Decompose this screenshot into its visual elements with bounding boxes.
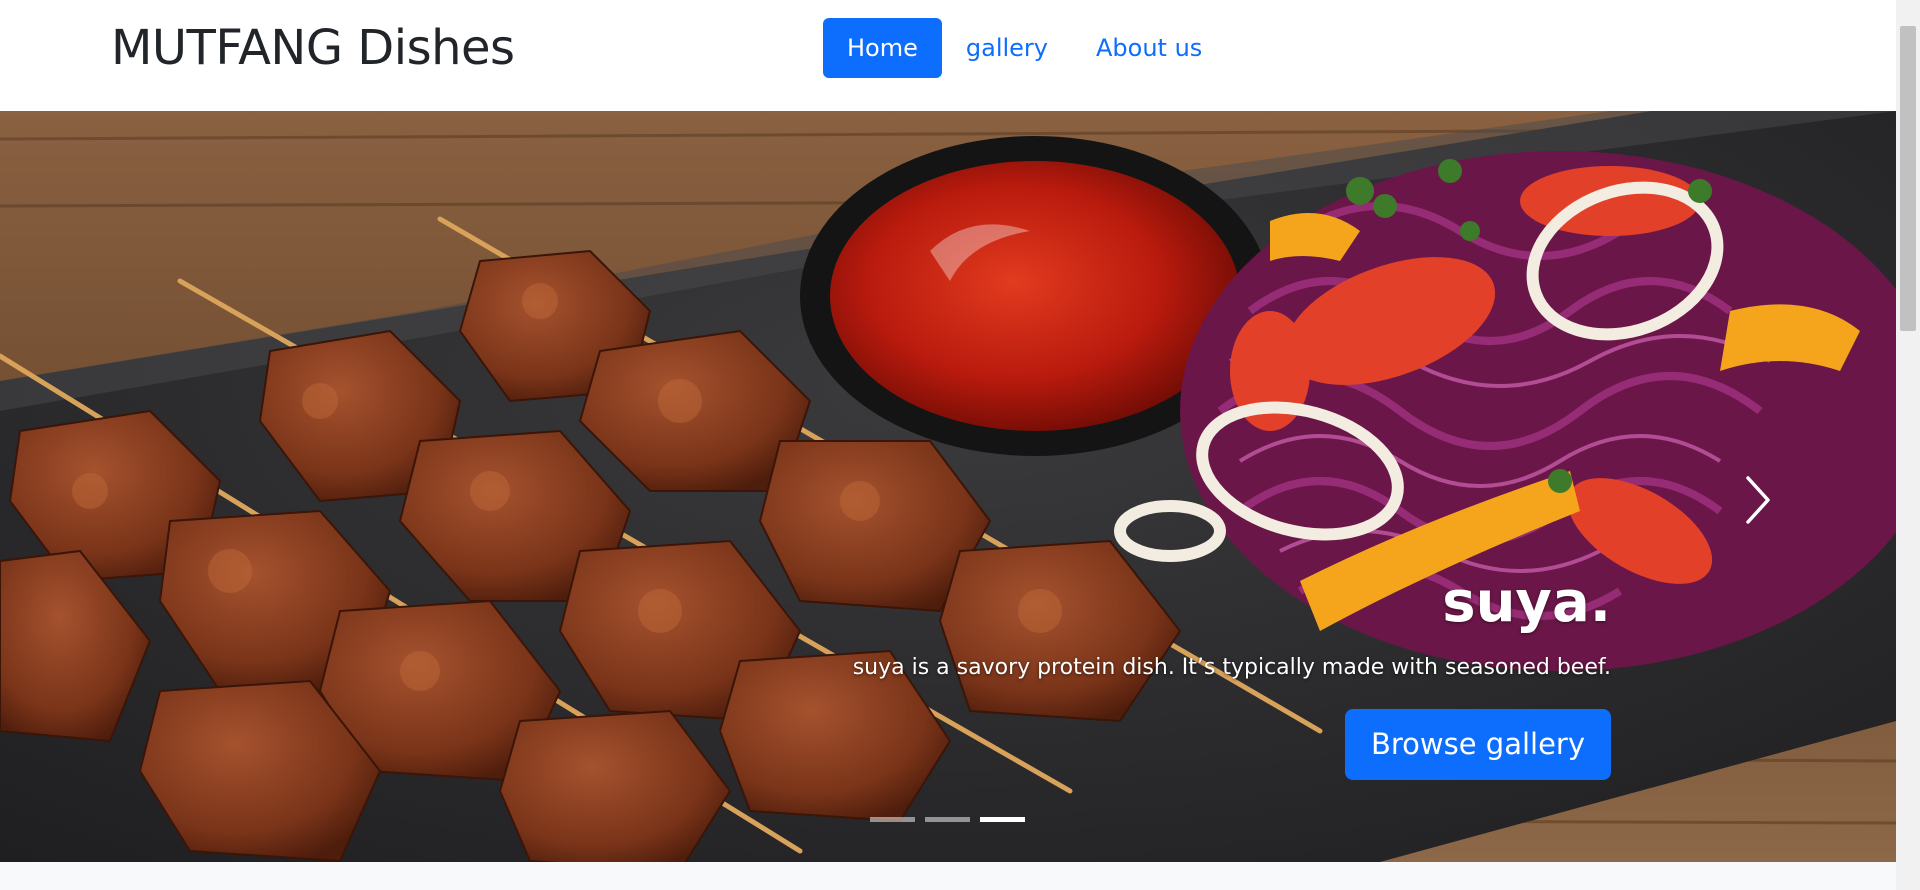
- scrollbar-thumb[interactable]: [1900, 26, 1916, 331]
- carousel-next-control[interactable]: [1728, 456, 1788, 536]
- carousel-indicator-2[interactable]: [925, 817, 970, 822]
- slide-description: suya is a savory protein dish. It’s typi…: [852, 655, 1611, 680]
- brand-title[interactable]: MUTFANG Dishes: [111, 18, 515, 78]
- carousel-indicator-3[interactable]: [980, 817, 1025, 822]
- nav-home-link[interactable]: Home: [823, 18, 942, 78]
- nav-about-link[interactable]: About us: [1072, 18, 1226, 78]
- slide-title: suya.: [1442, 570, 1611, 635]
- navbar: MUTFANG Dishes Home gallery About us: [0, 0, 1896, 111]
- carousel-caption: suya. suya is a savory protein dish. It’…: [853, 573, 1611, 780]
- page: MUTFANG Dishes Home gallery About us suy…: [0, 0, 1896, 890]
- nav-gallery-link[interactable]: gallery: [942, 18, 1072, 78]
- hero-carousel: suya. suya is a savory protein dish. It’…: [0, 111, 1896, 862]
- carousel-indicators: [870, 817, 1025, 822]
- page-scrollbar[interactable]: [1896, 0, 1920, 890]
- chevron-right-icon: [1746, 476, 1770, 524]
- main-nav: Home gallery About us: [823, 18, 1226, 78]
- carousel-indicator-1[interactable]: [870, 817, 915, 822]
- browse-gallery-button[interactable]: Browse gallery: [1344, 709, 1611, 780]
